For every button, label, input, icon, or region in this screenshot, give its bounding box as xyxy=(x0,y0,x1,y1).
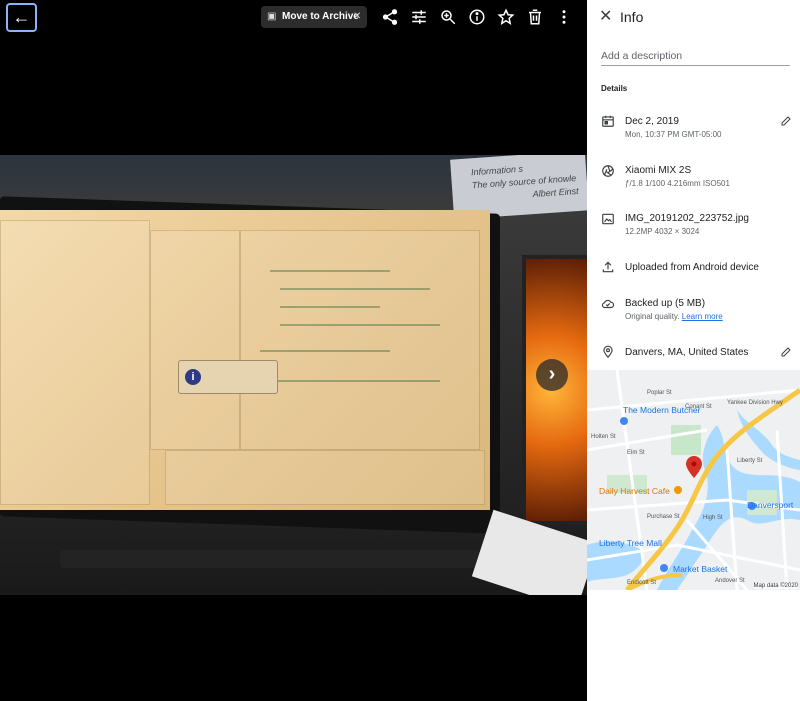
chevron-right-icon: › xyxy=(548,363,556,385)
photo-viewer: Information s The only source of knowle … xyxy=(0,0,587,701)
description-input[interactable]: Add a description xyxy=(601,48,790,66)
calendar-icon xyxy=(601,114,615,128)
file-name-text: IMG_20191202_223752.jpg xyxy=(625,213,749,224)
location-text: Danvers, MA, United States xyxy=(625,347,749,358)
map-label-endicott: Endicott St xyxy=(627,580,657,586)
info-panel-title: Info xyxy=(620,9,644,25)
upload-source-text: Uploaded from Android device xyxy=(625,262,759,273)
learn-more-link[interactable]: Learn more xyxy=(682,312,723,321)
map-label-andover: Andover St xyxy=(715,578,745,584)
backup-quality-label: Original quality. xyxy=(625,312,680,321)
map-label-liberty-st: Liberty St xyxy=(737,458,763,464)
delete-icon[interactable] xyxy=(526,8,544,26)
zoom-in-icon[interactable] xyxy=(439,8,457,26)
camera-model-text: Xiaomi MIX 2S xyxy=(625,165,692,176)
map-label-liberty-mall: Liberty Tree Mall xyxy=(599,538,662,548)
map-label-conant: Conant St xyxy=(685,404,712,410)
time-text: Mon, 10:37 PM GMT-05:00 xyxy=(625,130,722,139)
star-icon[interactable] xyxy=(497,8,515,26)
map-label-yankee: Yankee Division Hwy xyxy=(727,400,783,406)
back-button[interactable]: ← xyxy=(6,3,37,32)
info-icon[interactable] xyxy=(468,8,486,26)
image-icon xyxy=(601,212,615,226)
move-to-archive-chip[interactable]: ▣ Move to Archive ✕ xyxy=(261,6,367,28)
archive-chip-label: Move to Archive xyxy=(282,11,359,22)
monitor-screen: i xyxy=(0,210,490,510)
map-label-cafe: Daily Harvest Cafe xyxy=(599,486,670,496)
backup-status-text: Backed up (5 MB) xyxy=(625,298,706,309)
location-map[interactable]: The Modern Butcher Daily Harvest Cafe Da… xyxy=(587,370,800,590)
info-panel-header: ✕ Info xyxy=(587,0,800,34)
details-heading: Details xyxy=(601,84,628,93)
edit-date-icon[interactable] xyxy=(780,115,792,127)
map-label-holten: Holten St xyxy=(591,434,616,440)
archive-icon: ▣ xyxy=(267,11,277,22)
viewer-toolbar: ← ▣ Move to Archive ✕ xyxy=(0,0,587,34)
file-dimensions-text: 12.2MP 4032 × 3024 xyxy=(625,227,700,236)
photo-dock xyxy=(60,550,480,568)
camera-aperture-icon xyxy=(601,164,615,178)
arrow-left-icon: ← xyxy=(12,7,31,27)
cloud-done-icon xyxy=(601,297,615,311)
share-icon[interactable] xyxy=(381,8,399,26)
location-pin-icon xyxy=(601,345,615,359)
edit-location-icon[interactable] xyxy=(780,346,792,358)
backup-quality-text: Original quality. Learn more xyxy=(625,312,723,321)
date-text: Dec 2, 2019 xyxy=(625,116,679,127)
map-label-poplar: Poplar St xyxy=(647,390,672,396)
camera-settings-text: ƒ/1.8 1/100 4.216mm ISO501 xyxy=(625,179,730,188)
more-vert-icon[interactable] xyxy=(555,8,573,26)
map-attribution: Map data ©2020 xyxy=(753,583,798,589)
map-label-high: High St xyxy=(703,515,723,521)
photo: Information s The only source of knowle … xyxy=(0,155,587,595)
close-icon[interactable]: ✕ xyxy=(599,8,612,26)
next-photo-button[interactable]: › xyxy=(536,359,568,391)
close-icon[interactable]: ✕ xyxy=(353,6,361,28)
upload-icon xyxy=(601,260,615,274)
photo-dialog: i xyxy=(178,360,278,394)
map-label-danversport: Danversport xyxy=(747,500,794,510)
map-label-elm: Elm St xyxy=(627,450,645,456)
map-label-market: Market Basket xyxy=(673,564,728,574)
info-panel: ✕ Info Add a description Details Dec 2, … xyxy=(587,0,800,701)
adjust-icon[interactable] xyxy=(410,8,428,26)
map-label-purchase: Purchase St xyxy=(647,514,680,520)
